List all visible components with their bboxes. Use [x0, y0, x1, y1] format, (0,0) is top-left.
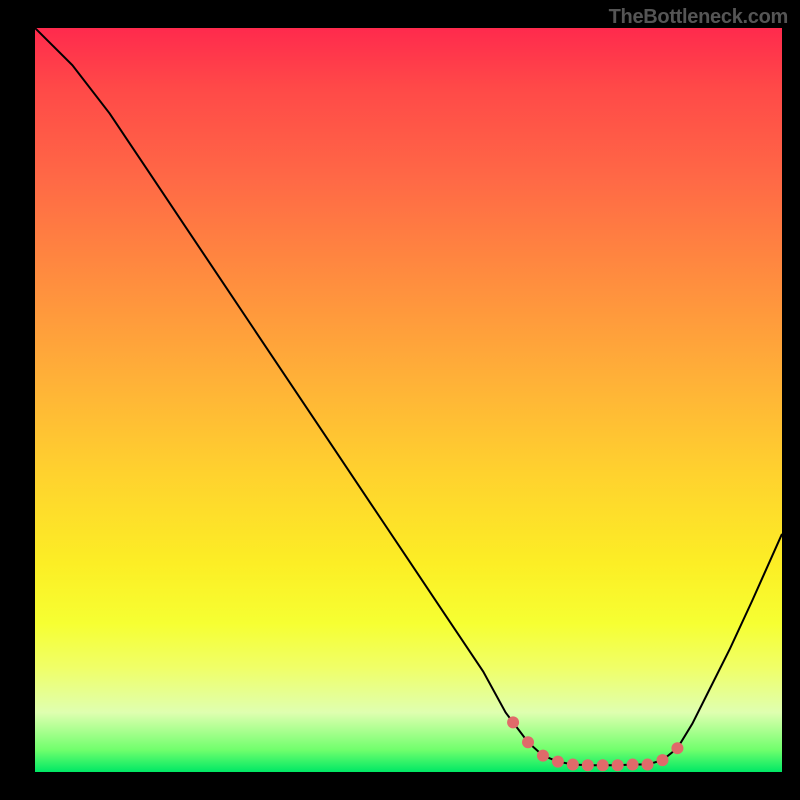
data-marker	[597, 759, 609, 771]
data-marker	[642, 759, 654, 771]
data-marker	[627, 759, 639, 771]
data-marker	[522, 736, 534, 748]
data-marker	[567, 759, 579, 771]
watermark-text: TheBottleneck.com	[609, 6, 788, 29]
data-marker	[671, 742, 683, 754]
chart-plot-area	[35, 28, 782, 772]
data-marker	[537, 750, 549, 762]
data-marker	[582, 759, 594, 771]
data-marker	[507, 716, 519, 728]
chart-curve	[35, 28, 782, 772]
data-marker	[612, 759, 624, 771]
data-marker	[552, 756, 564, 768]
data-marker	[656, 754, 668, 766]
